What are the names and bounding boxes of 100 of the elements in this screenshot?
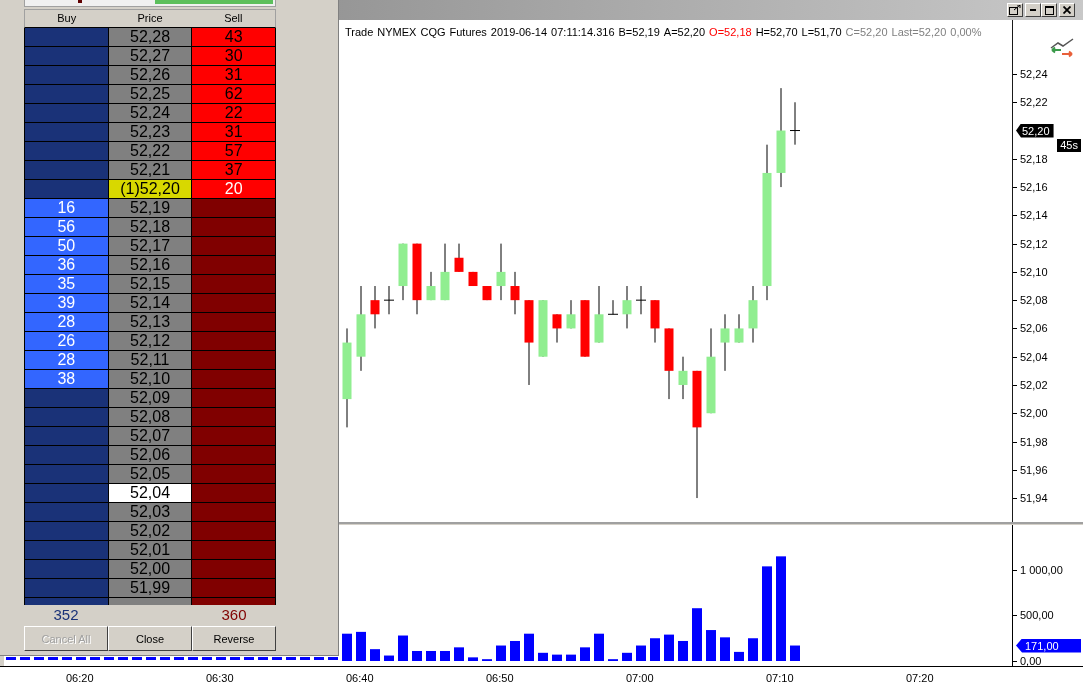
price-cell[interactable]: 52,08: [108, 408, 193, 427]
sell-cell[interactable]: [192, 408, 276, 427]
price-cell[interactable]: 52,11: [108, 351, 193, 370]
price-cell[interactable]: 52,03: [108, 503, 193, 522]
sell-cell[interactable]: [192, 541, 276, 560]
sell-cell[interactable]: [192, 522, 276, 541]
sell-cell[interactable]: 37: [192, 161, 276, 180]
buy-cell[interactable]: [24, 446, 109, 465]
sell-cell[interactable]: [192, 446, 276, 465]
sell-cell[interactable]: [192, 218, 276, 237]
price-cell[interactable]: 52,05: [108, 465, 193, 484]
price-cell[interactable]: 52,00: [108, 560, 193, 579]
sell-cell[interactable]: [192, 389, 276, 408]
price-cell[interactable]: 51,99: [108, 579, 193, 598]
buy-cell[interactable]: [24, 465, 109, 484]
sell-cell[interactable]: [192, 579, 276, 598]
buy-cell[interactable]: 16: [24, 199, 109, 218]
buy-cell[interactable]: 56: [24, 218, 109, 237]
buy-cell[interactable]: [24, 85, 109, 104]
price-cell[interactable]: 52,22: [108, 142, 193, 161]
buy-cell[interactable]: [24, 161, 109, 180]
price-cell[interactable]: 52,02: [108, 522, 193, 541]
price-cell[interactable]: 52,28: [108, 28, 193, 47]
price-cell[interactable]: 52,15: [108, 275, 193, 294]
sell-cell[interactable]: [192, 256, 276, 275]
sell-cell[interactable]: 62: [192, 85, 276, 104]
sell-cell[interactable]: [192, 503, 276, 522]
sell-cell[interactable]: [192, 560, 276, 579]
sell-cell[interactable]: [192, 370, 276, 389]
price-cell[interactable]: 52,19: [108, 199, 193, 218]
chart-arrows-icon[interactable]: [1049, 38, 1075, 58]
buy-cell[interactable]: [24, 66, 109, 85]
sell-cell[interactable]: [192, 237, 276, 256]
buy-cell[interactable]: [24, 180, 109, 199]
price-cell[interactable]: 52,23: [108, 123, 193, 142]
buy-cell[interactable]: [24, 28, 109, 47]
buy-cell[interactable]: 38: [24, 370, 109, 389]
maximize-button[interactable]: [1041, 3, 1057, 17]
buy-cell[interactable]: [24, 47, 109, 66]
minimize-button[interactable]: [1025, 3, 1041, 17]
buy-cell[interactable]: [24, 579, 109, 598]
price-cell[interactable]: 52,14: [108, 294, 193, 313]
price-cell[interactable]: 52,24: [108, 104, 193, 123]
price-cell[interactable]: 52,13: [108, 313, 193, 332]
sell-cell[interactable]: [192, 427, 276, 446]
sell-cell[interactable]: 22: [192, 104, 276, 123]
sell-cell[interactable]: [192, 484, 276, 503]
buy-cell[interactable]: [24, 408, 109, 427]
sell-cell[interactable]: [192, 351, 276, 370]
price-cell[interactable]: 52,12: [108, 332, 193, 351]
sell-cell[interactable]: [192, 313, 276, 332]
sell-cell[interactable]: 31: [192, 123, 276, 142]
price-cell[interactable]: 52,17: [108, 237, 193, 256]
buy-cell[interactable]: [24, 142, 109, 161]
sell-cell[interactable]: [192, 294, 276, 313]
buy-cell[interactable]: [24, 389, 109, 408]
buy-cell[interactable]: 26: [24, 332, 109, 351]
buy-cell[interactable]: [24, 560, 109, 579]
popout-button[interactable]: [1007, 3, 1023, 17]
buy-cell[interactable]: [24, 541, 109, 560]
buy-cell[interactable]: 28: [24, 351, 109, 370]
price-cell[interactable]: 52,25: [108, 85, 193, 104]
price-cell[interactable]: 52,07: [108, 427, 193, 446]
buy-cell[interactable]: [24, 522, 109, 541]
price-cell[interactable]: 52,18: [108, 218, 193, 237]
price-cell[interactable]: 52,16: [108, 256, 193, 275]
price-cell[interactable]: 52,21: [108, 161, 193, 180]
price-cell[interactable]: 52,10: [108, 370, 193, 389]
buy-cell[interactable]: 28: [24, 313, 109, 332]
buy-cell[interactable]: 50: [24, 237, 109, 256]
sell-cell[interactable]: 20: [192, 180, 276, 199]
sell-cell[interactable]: [192, 199, 276, 218]
sell-cell[interactable]: 43: [192, 28, 276, 47]
price-cell[interactable]: [108, 598, 193, 605]
buy-cell[interactable]: 35: [24, 275, 109, 294]
sell-cell[interactable]: [192, 332, 276, 351]
price-cell[interactable]: 52,26: [108, 66, 193, 85]
sell-cell[interactable]: 30: [192, 47, 276, 66]
price-cell[interactable]: 52,01: [108, 541, 193, 560]
price-cell[interactable]: 52,06: [108, 446, 193, 465]
buy-cell[interactable]: [24, 484, 109, 503]
buy-cell[interactable]: [24, 598, 109, 605]
buy-cell[interactable]: 36: [24, 256, 109, 275]
buy-cell[interactable]: [24, 123, 109, 142]
price-cell[interactable]: 52,09: [108, 389, 193, 408]
buy-cell[interactable]: [24, 503, 109, 522]
sell-cell[interactable]: [192, 598, 276, 605]
sell-cell[interactable]: 31: [192, 66, 276, 85]
buy-cell[interactable]: [24, 104, 109, 123]
close-button[interactable]: [1059, 3, 1075, 17]
buy-cell[interactable]: 39: [24, 294, 109, 313]
panel-button[interactable]: Reverse: [192, 626, 276, 651]
price-cell[interactable]: 52,27: [108, 47, 193, 66]
buy-cell[interactable]: [24, 427, 109, 446]
panel-button[interactable]: Close: [108, 626, 192, 651]
sell-cell[interactable]: [192, 465, 276, 484]
sell-cell[interactable]: 57: [192, 142, 276, 161]
price-cell[interactable]: 52,04: [108, 484, 193, 503]
price-cell[interactable]: (1)52,20: [108, 180, 193, 199]
sell-cell[interactable]: [192, 275, 276, 294]
